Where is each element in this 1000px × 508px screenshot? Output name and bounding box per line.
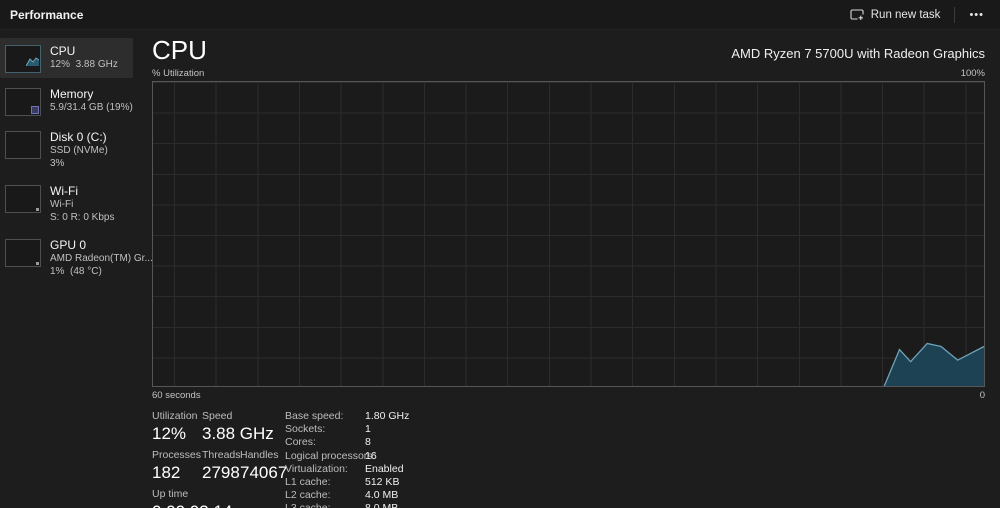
- page-heading: Performance: [10, 7, 84, 22]
- memory-mini-graph: [5, 88, 41, 116]
- spec-label: Sockets:: [285, 423, 326, 436]
- disk-mini-graph: [5, 131, 41, 159]
- spec-label: Logical processors:: [285, 449, 376, 462]
- memory-mini-graph-used: [31, 106, 39, 114]
- spec-value: 512 KB: [365, 476, 400, 489]
- top-bar: Performance Run new task •••: [0, 0, 1000, 30]
- spec-value: 1: [365, 423, 371, 436]
- gpu-mini-graph-mark: [36, 262, 39, 265]
- spec-label: Virtualization:: [285, 462, 348, 475]
- sidebar-item-wifi[interactable]: Wi-Fi Wi-Fi S: 0 R: 0 Kbps: [0, 178, 133, 229]
- spec-label: Base speed:: [285, 410, 344, 422]
- spec-value: 1.80 GHz: [365, 410, 410, 422]
- sidebar-disk-title: Disk 0 (C:): [50, 130, 107, 144]
- cpu-spec-list: Base speed: 1.80 GHz Sockets: 1 Cores: 8…: [285, 410, 409, 508]
- sidebar-memory-title: Memory: [50, 87, 94, 101]
- panel-title: CPU: [152, 35, 207, 65]
- spec-label: Cores:: [285, 436, 316, 449]
- cpu-mini-graph-area: [25, 53, 40, 71]
- sidebar-gpu-name: AMD Radeon(TM) Gr...: [50, 253, 153, 264]
- wifi-mini-graph: [5, 185, 41, 213]
- spec-value: 16: [365, 449, 377, 462]
- stat-processes: Processes 182: [152, 449, 202, 482]
- stat-speed: Speed 3.88 GHz: [202, 410, 274, 443]
- stat-uptime: Up time 0:00:03:14: [152, 488, 232, 508]
- sidebar-item-memory[interactable]: Memory 5.9/31.4 GB (19%): [0, 81, 133, 121]
- y-axis-label: % Utilization: [152, 68, 205, 79]
- x-axis-right-label: 0: [979, 390, 985, 401]
- sidebar-disk-stats: 3%: [50, 157, 65, 169]
- spec-label: L3 cache:: [285, 502, 365, 508]
- sidebar-cpu-title: CPU: [50, 44, 76, 58]
- wifi-mini-graph-mark: [36, 208, 39, 211]
- spec-label: L1 cache:: [285, 476, 331, 489]
- x-axis-left-label: 60 seconds: [152, 390, 201, 401]
- stat-handles: Handles 74067: [240, 449, 288, 482]
- cpu-mini-graph: [5, 45, 41, 73]
- sidebar-cpu-stats: 12% 3.88 GHz: [50, 59, 118, 70]
- performance-sidebar: CPU 12% 3.88 GHz Memory 5.9/31.4 GB (19%…: [0, 30, 153, 508]
- sidebar-disk-type: SSD (NVMe): [50, 145, 108, 156]
- top-bar-actions: Run new task •••: [842, 4, 992, 26]
- new-task-window-plus-icon: [850, 8, 864, 22]
- y-axis-max-label: 100%: [960, 68, 985, 79]
- cpu-detail-panel: CPU AMD Ryzen 7 5700U with Radeon Graphi…: [133, 30, 1000, 508]
- sidebar-wifi-stats: S: 0 R: 0 Kbps: [50, 211, 115, 223]
- stat-threads: Threads 2798: [202, 449, 241, 482]
- sidebar-item-cpu[interactable]: CPU 12% 3.88 GHz: [0, 38, 133, 78]
- gpu-mini-graph: [5, 239, 41, 267]
- spec-value: 4.0 MB: [365, 489, 399, 502]
- spec-value: 8: [365, 436, 371, 449]
- sidebar-gpu-stats: 1% (48 °C): [50, 265, 102, 277]
- sidebar-gpu-title: GPU 0: [50, 238, 87, 252]
- sidebar-item-gpu-0[interactable]: GPU 0 AMD Radeon(TM) Gr... 1% (48 °C): [0, 232, 153, 283]
- stat-utilization: Utilization 12%: [152, 410, 198, 443]
- sidebar-memory-stats: 5.9/31.4 GB (19%): [50, 102, 133, 113]
- cpu-utilization-graph[interactable]: [152, 81, 985, 387]
- sidebar-item-disk-0[interactable]: Disk 0 (C:) SSD (NVMe) 3%: [0, 124, 133, 175]
- processor-name: AMD Ryzen 7 5700U with Radeon Graphics: [731, 46, 985, 61]
- live-stats: Utilization 12% Speed 3.88 GHz Processes…: [152, 410, 288, 508]
- spec-value: Enabled: [365, 462, 404, 475]
- run-new-task-label: Run new task: [870, 8, 941, 21]
- horizontal-ellipsis-icon[interactable]: •••: [961, 5, 992, 25]
- toolbar-divider: [954, 6, 956, 23]
- sidebar-wifi-name: Wi-Fi: [50, 199, 74, 210]
- spec-label: L2 cache:: [285, 489, 331, 502]
- sidebar-wifi-title: Wi-Fi: [50, 184, 78, 198]
- run-new-task-button[interactable]: Run new task: [842, 4, 949, 26]
- performance-page: CPU 12% 3.88 GHz Memory 5.9/31.4 GB (19%…: [0, 30, 1000, 508]
- spec-value: 8.0 MB: [365, 502, 409, 508]
